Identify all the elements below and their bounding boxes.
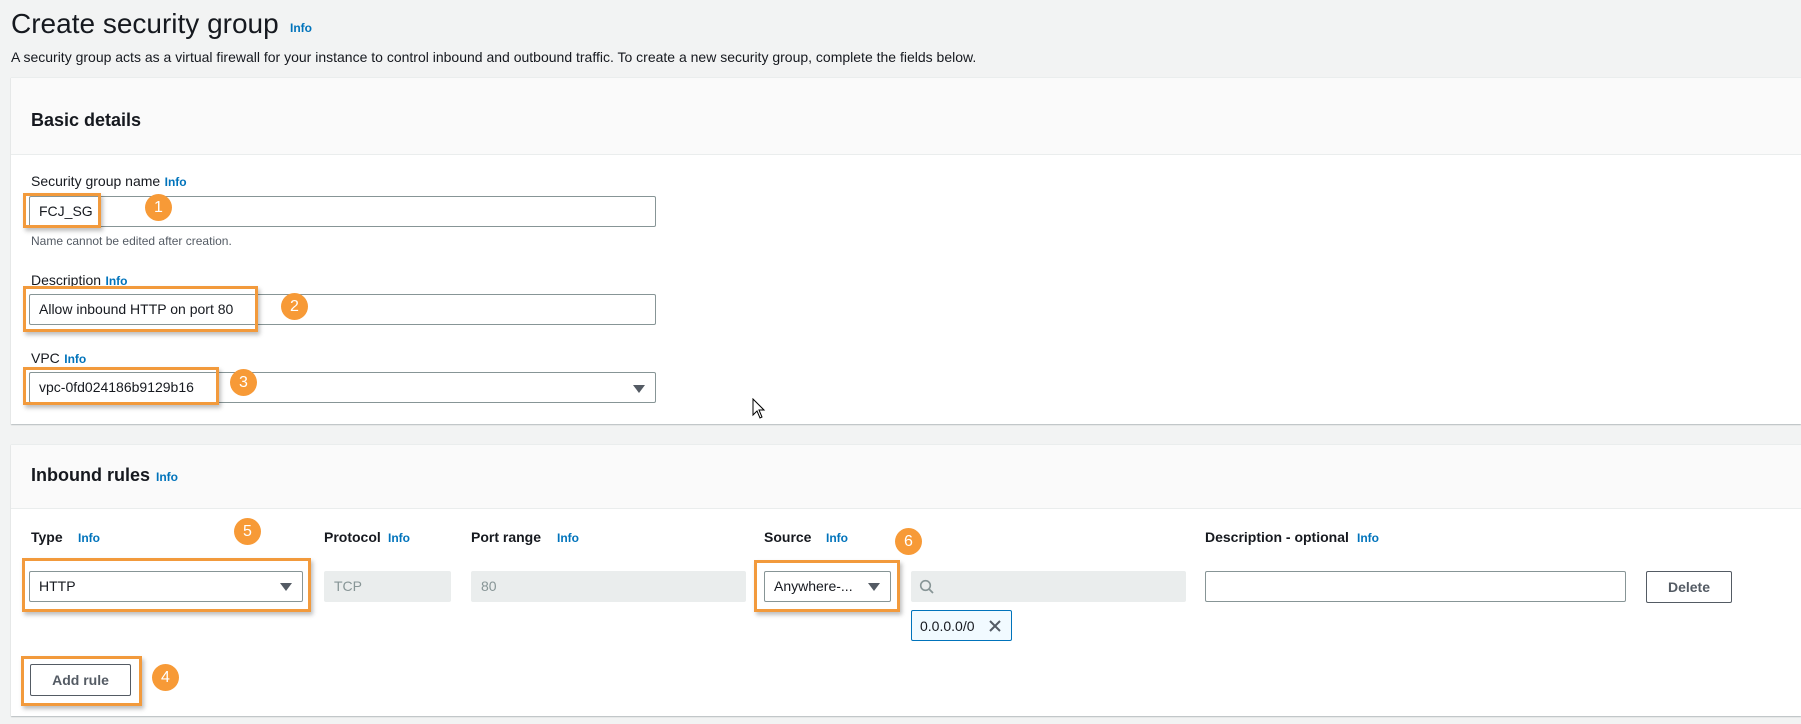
search-icon [919,579,934,594]
sg-name-input[interactable]: FCJ_SG [29,196,656,227]
basic-details-heading: Basic details [31,110,142,130]
vpc-info-link[interactable]: Info [64,352,86,366]
col-description-label: Description - optional [1205,529,1349,545]
col-source-info-link[interactable]: Info [826,531,848,545]
rule-source-search-input[interactable] [911,571,1186,602]
step-badge-5: 5 [234,518,261,545]
step-badge-2: 2 [281,293,308,320]
highlight-add-rule [21,656,142,706]
close-icon[interactable] [987,618,1003,634]
step-badge-6: 6 [895,528,922,555]
mouse-cursor-icon [752,398,766,419]
page-subtitle: A security group acts as a virtual firew… [11,49,977,65]
inbound-rules-header: Inbound rules Info [11,445,1801,509]
vpc-caret-icon [633,385,645,393]
highlight-description [23,286,258,332]
col-type-info-link[interactable]: Info [78,531,100,545]
step-badge-1: 1 [145,194,172,221]
sg-name-hint: Name cannot be edited after creation. [31,234,232,248]
basic-details-panel: Basic details Security group name Info F… [11,77,1801,424]
highlight-rule-type [22,558,311,612]
rule-protocol-field: TCP [324,571,451,602]
col-type-label: Type [31,529,63,545]
highlight-source [754,560,900,612]
col-port-range-label: Port range [471,529,542,545]
col-source-label: Source [764,529,812,545]
basic-details-header: Basic details [11,78,1801,155]
rule-description-input[interactable] [1205,571,1626,602]
col-description-info-link[interactable]: Info [1357,531,1379,545]
inbound-rules-heading: Inbound rules [31,465,150,485]
page-title: Create security group [11,8,279,39]
inbound-rules-info-link[interactable]: Info [156,470,178,484]
col-protocol-info-link[interactable]: Info [388,531,410,545]
highlight-vpc [23,367,219,405]
sg-name-info-link[interactable]: Info [165,175,187,189]
sg-name-label: Security group name [31,173,161,189]
highlight-sg-name [23,193,101,228]
col-protocol-label: Protocol [324,529,381,545]
vpc-label: VPC [31,350,60,366]
step-badge-4: 4 [152,664,179,691]
cidr-token: 0.0.0.0/0 [911,610,1012,641]
title-info-link[interactable]: Info [290,21,312,35]
col-port-range-info-link[interactable]: Info [557,531,579,545]
rule-port-range-field: 80 [471,571,746,602]
cidr-token-label: 0.0.0.0/0 [920,618,975,634]
step-badge-3: 3 [230,369,257,396]
delete-rule-button[interactable]: Delete [1646,571,1732,603]
